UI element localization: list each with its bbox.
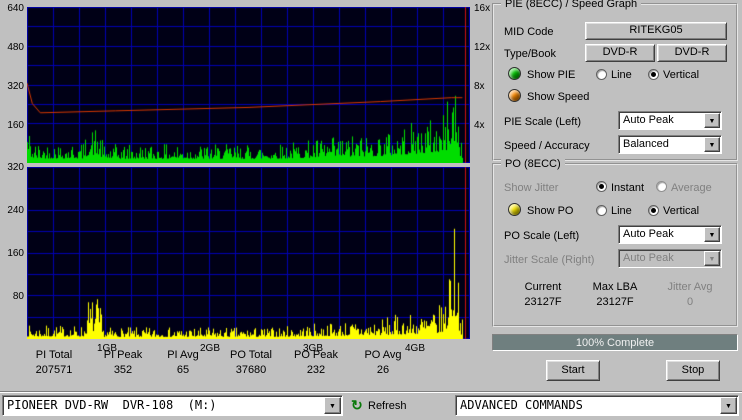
stat-label: PO Avg <box>364 349 402 361</box>
pie-ytick: 160 <box>7 120 24 131</box>
stat-label: PI Peak <box>103 349 143 361</box>
pie-graph-canvas <box>27 7 470 163</box>
chevron-down-icon[interactable]: ▼ <box>720 397 737 414</box>
max-lba-label: Max LBA <box>592 281 638 293</box>
po-settings-group: PO (8ECC) Show Jitter Instant Average Sh… <box>492 158 738 327</box>
pie-line-label: Line <box>611 69 632 81</box>
drive-select-value: PIONEER DVD-RW DVR-108 (M:) <box>7 398 217 412</box>
show-jitter-label: Show Jitter <box>504 182 559 194</box>
pie-line-radio[interactable] <box>596 69 607 80</box>
stat-label: PI Total <box>35 349 73 361</box>
po-scale-combo[interactable]: Auto Peak ▼ <box>618 225 722 244</box>
chevron-down-icon[interactable]: ▼ <box>704 113 720 128</box>
type-book-value-1: DVD-R <box>585 44 655 62</box>
stat-pi-avg: PI Avg 65 <box>155 349 211 376</box>
stat-value: 26 <box>376 364 390 376</box>
refresh-icon: ↻ <box>351 397 363 413</box>
jitter-instant-radio[interactable] <box>596 181 607 192</box>
stat-po-avg: PO Avg 26 <box>355 349 411 376</box>
show-speed-led-toggle[interactable] <box>508 89 521 102</box>
stat-pi-total: PI Total 207571 <box>26 349 82 376</box>
po-line-radio[interactable] <box>596 205 607 216</box>
show-pie-label: Show PIE <box>527 69 576 81</box>
pie-ytick: 320 <box>7 81 24 92</box>
po-ytick: 80 <box>12 291 24 302</box>
refresh-control[interactable]: ↻ Refresh <box>351 397 421 415</box>
chevron-down-icon: ▼ <box>704 251 720 266</box>
pie-scale-combo[interactable]: Auto Peak ▼ <box>618 111 722 130</box>
po-group-title: PO (8ECC) <box>501 158 565 170</box>
po-scale-label: PO Scale (Left) <box>504 230 580 242</box>
po-scale-value: Auto Peak <box>623 228 674 240</box>
stat-value: 207571 <box>35 364 73 376</box>
stat-pi-peak: PI Peak 352 <box>95 349 151 376</box>
mid-code-value: RITEKG05 <box>585 22 727 40</box>
app-window: 640 480 320 160 320 240 160 80 16x 12x 8… <box>0 0 742 420</box>
stat-label: PO Peak <box>293 349 339 361</box>
drive-select-combo[interactable]: PIONEER DVD-RW DVR-108 (M:) ▼ <box>2 395 343 416</box>
pie-vertical-radio[interactable] <box>648 69 659 80</box>
pie-settings-group: PIE (8ECC) / Speed Graph MID Code RITEKG… <box>492 0 738 161</box>
jitter-average-radio <box>656 181 667 192</box>
jitter-avg-label: Jitter Avg <box>667 281 713 293</box>
jitter-average-label: Average <box>671 182 712 194</box>
jitter-scale-combo: Auto Peak ▼ <box>618 249 722 268</box>
type-book-label: Type/Book <box>504 48 556 60</box>
chevron-down-icon[interactable]: ▼ <box>704 137 720 152</box>
bottom-divider <box>0 391 742 393</box>
show-pie-led-toggle[interactable] <box>508 67 521 80</box>
speed-ytick: 4x <box>474 120 485 131</box>
speed-accuracy-combo[interactable]: Balanced ▼ <box>618 135 722 154</box>
chevron-down-icon[interactable]: ▼ <box>324 397 341 414</box>
stat-label: PI Avg <box>167 349 199 361</box>
stat-label: PO Total <box>230 349 272 361</box>
type-book-value-2: DVD-R <box>657 44 727 62</box>
speed-ytick: 12x <box>474 42 491 53</box>
po-line-label: Line <box>611 205 632 217</box>
show-speed-label: Show Speed <box>527 91 590 103</box>
current-label: Current <box>524 281 562 293</box>
stat-value: 232 <box>306 364 326 376</box>
speed-ytick: 8x <box>474 81 485 92</box>
stat-value: 65 <box>176 364 190 376</box>
speed-accuracy-label: Speed / Accuracy <box>504 140 590 152</box>
po-ytick: 320 <box>7 162 24 173</box>
progress-fill: 100% Complete <box>493 335 737 350</box>
stop-button[interactable]: Stop <box>666 360 720 381</box>
mid-code-label: MID Code <box>504 26 554 38</box>
advanced-commands-combo[interactable]: ADVANCED COMMANDS ▼ <box>455 395 739 416</box>
jitter-scale-label: Jitter Scale (Right) <box>504 254 595 266</box>
po-graph-canvas <box>27 167 470 339</box>
refresh-label: Refresh <box>368 400 407 412</box>
pie-scale-label: PIE Scale (Left) <box>504 116 582 128</box>
jitter-scale-value: Auto Peak <box>623 252 674 264</box>
start-button[interactable]: Start <box>546 360 600 381</box>
pie-scale-value: Auto Peak <box>623 114 674 126</box>
pie-ytick: 640 <box>7 3 24 14</box>
po-ytick: 240 <box>7 205 24 216</box>
stat-value: 37680 <box>235 364 267 376</box>
jitter-instant-label: Instant <box>611 182 645 194</box>
progress-text: 100% Complete <box>575 336 655 349</box>
stat-value: 352 <box>113 364 133 376</box>
pie-ytick: 480 <box>7 42 24 53</box>
pie-group-title: PIE (8ECC) / Speed Graph <box>501 0 642 10</box>
progress-bar: 100% Complete <box>492 334 738 351</box>
stat-po-total: PO Total 37680 <box>223 349 279 376</box>
current-value: 23127F <box>524 296 562 308</box>
speed-accuracy-value: Balanced <box>623 138 669 150</box>
jitter-avg-value: 0 <box>686 296 694 308</box>
po-ytick: 160 <box>7 248 24 259</box>
show-po-label: Show PO <box>527 205 574 217</box>
advanced-commands-value: ADVANCED COMMANDS <box>460 398 583 412</box>
chevron-down-icon[interactable]: ▼ <box>704 227 720 242</box>
pie-vertical-label: Vertical <box>663 69 700 81</box>
speed-ytick: 16x <box>474 3 491 14</box>
stat-po-peak: PO Peak 232 <box>288 349 344 376</box>
max-lba-value: 23127F <box>596 296 634 308</box>
po-vertical-radio[interactable] <box>648 205 659 216</box>
po-vertical-label: Vertical <box>663 205 700 217</box>
show-po-led-toggle[interactable] <box>508 203 521 216</box>
